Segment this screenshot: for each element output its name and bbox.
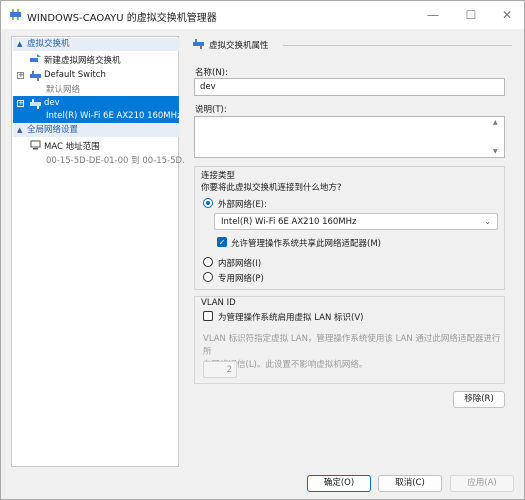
- close-button[interactable]: ✕: [489, 1, 525, 29]
- switch-name: Default Switch: [44, 70, 106, 80]
- maximize-button[interactable]: ☐: [453, 1, 489, 29]
- name-label: 名称(N):: [195, 68, 228, 78]
- cancel-button[interactable]: 取消(C): [378, 475, 442, 492]
- network-switch-icon: [193, 39, 204, 49]
- expand-icon[interactable]: +: [17, 100, 24, 107]
- mac-address-icon: [30, 140, 41, 150]
- tree-item-dev[interactable]: + dev Intel(R) Wi-Fi 6E AX210 160MHz: [13, 96, 182, 123]
- mac-range-label: MAC 地址范围: [44, 142, 100, 152]
- mac-range-value: 00-15-5D-DE-01-00 到 00-15-5D...: [46, 156, 191, 166]
- external-network-label: 外部网络(E):: [218, 200, 267, 210]
- new-switch-icon: [30, 54, 41, 62]
- vlan-description-line: VLAN 标识符指定虚拟 LAN，管理操作系统使用该 LAN 通过此网络适配器进…: [203, 334, 501, 357]
- network-adapter-select[interactable]: Intel(R) Wi-Fi 6E AX210 160MHz ⌄: [214, 213, 498, 230]
- scroll-up-icon[interactable]: ▲: [493, 119, 512, 126]
- notes-label: 说明(T):: [195, 105, 227, 115]
- properties-header: 虚拟交换机属性: [185, 36, 514, 51]
- vlan-enable-checkbox[interactable]: [203, 311, 213, 321]
- collapse-icon: ▲: [17, 40, 23, 48]
- window-title: WINDOWS-CAOAYU 的虚拟交换机管理器: [27, 13, 217, 24]
- maximize-icon: ☐: [465, 8, 477, 22]
- switch-tree[interactable]: ▲ 虚拟交换机 新建虚拟网络交换机 + Default Switch 默认网络 +: [11, 36, 190, 467]
- close-icon: ✕: [501, 8, 513, 22]
- section-label: 全局网络设置: [27, 125, 79, 135]
- expand-icon[interactable]: +: [17, 72, 24, 79]
- switch-detail: 默认网络: [46, 85, 81, 95]
- minimize-button[interactable]: —: [415, 1, 451, 29]
- network-switch-icon: [30, 71, 41, 81]
- switch-manager-window: WINDOWS-CAOAYU 的虚拟交换机管理器 — ☐ ✕ ▲ 虚拟交换机 新建…: [0, 0, 525, 500]
- ok-button[interactable]: 确定(O): [307, 475, 371, 492]
- vlan-description-line: 有网络通信(L)。此设置不影响虚拟机网络。: [203, 360, 368, 370]
- header-divider: [283, 45, 512, 46]
- connection-question: 你要将此虚拟交换机连接到什么地方?: [201, 183, 342, 193]
- network-switch-icon: [10, 9, 21, 20]
- tree-section-global-settings[interactable]: ▲ 全局网络设置: [13, 124, 179, 137]
- allow-management-share-checkbox[interactable]: ✓: [217, 237, 227, 247]
- adapter-selected-value: Intel(R) Wi-Fi 6E AX210 160MHz: [221, 217, 357, 227]
- properties-panel: 虚拟交换机属性 名称(N): dev 说明(T): ▲ ▼ 连接类型 你要将此虚…: [185, 36, 514, 467]
- tree-item-new-switch[interactable]: 新建虚拟网络交换机: [13, 53, 179, 67]
- title-bar: WINDOWS-CAOAYU 的虚拟交换机管理器 — ☐ ✕: [1, 1, 524, 29]
- apply-button[interactable]: 应用(A): [450, 475, 514, 492]
- private-network-label: 专用网络(P): [218, 274, 264, 284]
- tree-section-virtual-switches[interactable]: ▲ 虚拟交换机: [13, 38, 179, 51]
- switch-name: dev: [44, 98, 60, 108]
- chevron-down-icon: ⌄: [484, 217, 491, 226]
- switch-detail: Intel(R) Wi-Fi 6E AX210 160MHz: [46, 111, 182, 121]
- remove-button[interactable]: 移除(R): [453, 391, 505, 408]
- vlan-id-input[interactable]: 2: [203, 361, 237, 378]
- notes-textarea[interactable]: [194, 116, 505, 158]
- section-title: 虚拟交换机属性: [209, 41, 269, 51]
- scroll-down-icon[interactable]: ▼: [493, 148, 512, 155]
- private-network-radio[interactable]: [203, 272, 213, 282]
- external-network-radio[interactable]: [203, 198, 213, 208]
- internal-network-label: 内部网络(I): [218, 259, 262, 269]
- vlan-description: VLAN 标识符指定虚拟 LAN，管理操作系统使用该 LAN 通过此网络适配器进…: [203, 333, 503, 372]
- vlan-enable-label: 为管理操作系统启用虚拟 LAN 标识(V): [218, 313, 364, 323]
- connection-type-label: 连接类型: [201, 171, 236, 181]
- tree-item-mac-range[interactable]: MAC 地址范围 00-15-5D-DE-01-00 到 00-15-5D...: [13, 138, 190, 166]
- internal-network-radio[interactable]: [203, 257, 213, 267]
- name-input[interactable]: dev: [194, 78, 505, 96]
- vlan-label: VLAN ID: [201, 298, 236, 308]
- section-label: 虚拟交换机: [27, 39, 70, 49]
- collapse-icon: ▲: [17, 126, 23, 134]
- minimize-icon: —: [427, 8, 439, 22]
- network-switch-icon: [30, 99, 41, 109]
- tree-item-label: 新建虚拟网络交换机: [44, 56, 121, 66]
- allow-share-label: 允许管理操作系统共享此网络适配器(M): [231, 239, 381, 249]
- tree-item-default-switch[interactable]: + Default Switch 默认网络: [13, 68, 179, 95]
